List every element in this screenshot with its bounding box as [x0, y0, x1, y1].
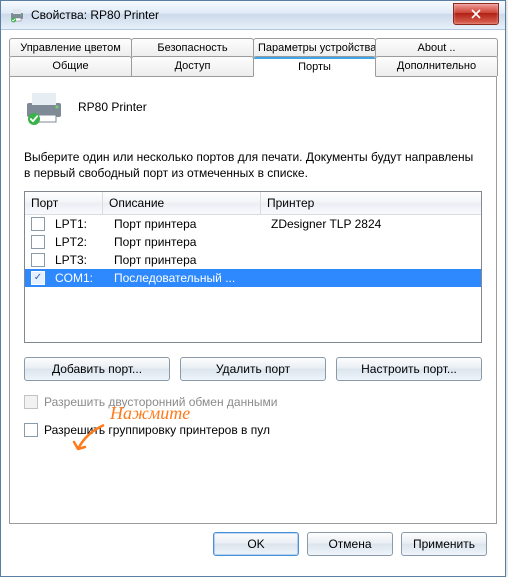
tab-panel: RP80 Printer Выберите один или несколько… — [9, 76, 497, 524]
table-header: Порт Описание Принтер — [25, 192, 481, 215]
tab-security[interactable]: Безопасность — [131, 38, 254, 57]
tab-ports[interactable]: Порты — [253, 56, 376, 77]
ports-table: Порт Описание Принтер LPT1:Порт принтера… — [24, 191, 482, 343]
row-checkbox[interactable] — [31, 217, 45, 231]
col-printer[interactable]: Принтер — [261, 192, 481, 214]
cell-desc: Последовательный ... — [108, 271, 265, 285]
window-title: Свойства: RP80 Printer — [31, 8, 159, 22]
printer-title-icon — [9, 7, 25, 23]
bidi-checkbox — [24, 395, 38, 409]
add-port-button[interactable]: Добавить порт... — [24, 357, 170, 381]
table-row[interactable]: COM1:Последовательный ... — [25, 269, 481, 287]
pool-checkbox[interactable] — [24, 423, 38, 437]
cell-printer: ZDesigner TLP 2824 — [265, 217, 481, 231]
port-buttons: Добавить порт... Удалить порт Настроить … — [24, 357, 482, 381]
printer-icon — [24, 89, 64, 125]
row-checkbox[interactable] — [31, 271, 45, 285]
bidi-checkbox-row: Разрешить двусторонний обмен данными — [24, 395, 482, 409]
table-row[interactable]: LPT3:Порт принтера — [25, 251, 481, 269]
cancel-button[interactable]: Отмена — [307, 532, 393, 556]
instruction-text: Выберите один или несколько портов для п… — [24, 149, 482, 181]
ok-button[interactable]: OK — [213, 532, 299, 556]
row-checkbox[interactable] — [31, 253, 45, 267]
titlebar: Свойства: RP80 Printer — [1, 1, 505, 30]
tab-sharing[interactable]: Доступ — [131, 56, 254, 76]
dialog-window: Свойства: RP80 Printer Управление цветом… — [0, 0, 506, 577]
cell-port: LPT1: — [49, 217, 108, 231]
row-checkbox[interactable] — [31, 235, 45, 249]
dialog-footer: OK Отмена Применить — [9, 524, 497, 566]
cell-desc: Порт принтера — [108, 253, 265, 267]
close-button[interactable] — [453, 3, 499, 25]
col-desc[interactable]: Описание — [103, 192, 261, 214]
cell-desc: Порт принтера — [108, 235, 265, 249]
cell-desc: Порт принтера — [108, 217, 265, 231]
cell-port: LPT3: — [49, 253, 108, 267]
tab-about[interactable]: About .. — [375, 38, 498, 57]
tab-device-settings[interactable]: Параметры устройства — [253, 38, 376, 57]
tab-advanced[interactable]: Дополнительно — [375, 56, 498, 76]
col-port[interactable]: Порт — [25, 192, 103, 214]
delete-port-button[interactable]: Удалить порт — [180, 357, 326, 381]
printer-header: RP80 Printer — [24, 89, 482, 125]
apply-button[interactable]: Применить — [401, 532, 487, 556]
cell-port: LPT2: — [49, 235, 108, 249]
bidi-label: Разрешить двусторонний обмен данными — [44, 395, 277, 409]
cell-port: COM1: — [49, 271, 108, 285]
printer-name: RP80 Printer — [78, 100, 147, 114]
table-row[interactable]: LPT2:Порт принтера — [25, 233, 481, 251]
tab-color-management[interactable]: Управление цветом — [9, 38, 132, 57]
configure-port-button[interactable]: Настроить порт... — [336, 357, 482, 381]
pool-label: Разрешить группировку принтеров в пул — [44, 423, 270, 437]
table-body: LPT1:Порт принтераZDesigner TLP 2824LPT2… — [25, 215, 481, 287]
tabs-row-1: Управление цветом Безопасность Параметры… — [9, 38, 497, 57]
tab-general[interactable]: Общие — [9, 56, 132, 76]
pool-checkbox-row[interactable]: Разрешить группировку принтеров в пул — [24, 423, 482, 437]
content: Управление цветом Безопасность Параметры… — [1, 30, 505, 576]
tabs-row-2: Общие Доступ Порты Дополнительно — [9, 56, 497, 76]
table-row[interactable]: LPT1:Порт принтераZDesigner TLP 2824 — [25, 215, 481, 233]
